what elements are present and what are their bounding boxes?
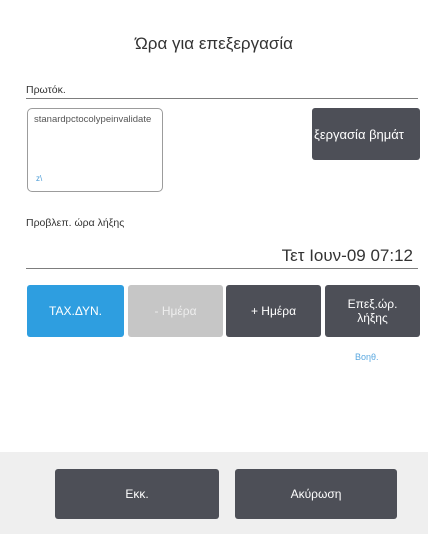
protocol-field[interactable]: stanardpctocolypeinvalidate z\ xyxy=(27,108,163,192)
dialog-title: Ώρα για επεξεργασία xyxy=(134,34,293,53)
protocol-divider xyxy=(26,98,418,99)
minus-day-button[interactable]: - Ημέρα xyxy=(128,285,223,337)
ok-button[interactable]: Εκκ. xyxy=(55,469,219,519)
end-time-label: Προβλεπ. ώρα λήξης xyxy=(26,217,125,229)
protocol-value: stanardpctocolypeinvalidate xyxy=(34,114,152,125)
end-time-divider xyxy=(26,268,418,269)
asap-button[interactable]: ΤΑΧ.ΔΥΝ. xyxy=(27,285,124,337)
end-time-value: Τετ Ιουν-09 07:12 xyxy=(281,246,413,265)
dialog-footer: Εκκ. Ακύρωση xyxy=(0,452,428,534)
plus-day-button[interactable]: + Ημέρα xyxy=(226,285,321,337)
help-link[interactable]: Βοηθ. xyxy=(355,352,379,362)
select-end-time-button[interactable]: Επεξ.ώρ. λήξης xyxy=(325,285,420,337)
protocol-label: Πρωτόκ. xyxy=(26,84,66,96)
cancel-button[interactable]: Ακύρωση xyxy=(235,469,397,519)
protocol-corner-mark: z\ xyxy=(36,174,43,183)
process-steps-button[interactable]: ξεργασία βημάτ xyxy=(312,108,420,160)
